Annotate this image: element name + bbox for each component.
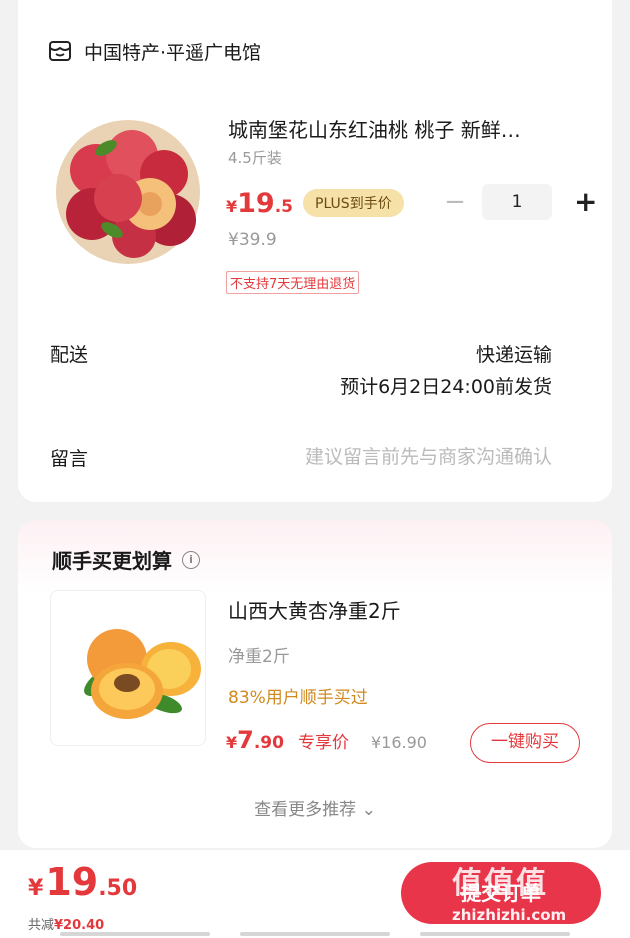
recommend-price: ¥7.90 <box>226 726 284 754</box>
quantity-stepper: − 1 + <box>442 184 597 220</box>
return-policy-badge: 不支持7天无理由退货 <box>226 271 360 294</box>
delivery-eta: 预计6月2日24:00前发货 <box>340 376 552 398</box>
recommend-price-row: ¥7.90 专享价 ¥16.90 <box>226 726 427 754</box>
shop-icon <box>49 41 71 61</box>
price-currency: ¥ <box>226 197 238 216</box>
recommend-title: 顺手买更划算 <box>52 549 172 573</box>
plus-price-tag: PLUS到手价 <box>303 189 404 217</box>
product-spec: 4.5斤装 <box>228 149 282 167</box>
info-icon[interactable]: i <box>182 550 200 569</box>
product-price: ¥19.5 <box>226 188 293 219</box>
scroll-segment <box>420 932 570 936</box>
bottom-scroll-indicator <box>0 926 630 938</box>
message-input[interactable]: 建议留言前先与商家沟通确认 <box>305 442 552 469</box>
rec-price-currency: ¥ <box>226 733 238 752</box>
scroll-segment <box>240 932 390 936</box>
total-price: ¥19.50 <box>28 860 137 904</box>
apricot-image <box>84 629 201 719</box>
order-card: 中国特产·平遥广电馆 城南堡花山东红油桃 桃子 新鲜… 4.5斤装 ¥19.5 … <box>18 0 612 502</box>
recommend-card: 顺手买更划算 i 山西大黄杏净重2斤 净重2斤 83%用户顺手买过 ¥7.90 … <box>18 520 612 848</box>
original-price: ¥39.9 <box>228 230 277 250</box>
recommend-header: 顺手买更划算 i <box>52 545 200 574</box>
total-currency: ¥ <box>28 876 44 901</box>
recommend-original-price: ¥16.90 <box>370 733 427 752</box>
rec-price-dec: .90 <box>253 733 284 753</box>
message-label: 留言 <box>50 448 89 470</box>
watermark-url: zhizhizhi.com <box>452 906 567 924</box>
total-int: 19 <box>45 860 99 904</box>
product-image[interactable] <box>52 112 204 268</box>
product-title[interactable]: 城南堡花山东红油桃 桃子 新鲜… <box>228 114 568 143</box>
recommend-spec: 净重2斤 <box>228 647 290 667</box>
increase-button[interactable]: + <box>574 185 597 219</box>
decrease-button[interactable]: − <box>442 185 468 219</box>
recommend-image[interactable] <box>50 590 206 746</box>
price-dec: .5 <box>274 197 294 217</box>
product-price-row: ¥19.5 PLUS到手价 <box>226 188 404 221</box>
total-dec: .50 <box>98 876 138 901</box>
one-click-buy-button[interactable]: 一键购买 <box>470 723 580 763</box>
price-int: 19 <box>237 188 275 219</box>
watermark-logo: 值值值 <box>452 866 548 901</box>
exclusive-label: 专享价 <box>297 733 349 753</box>
quantity-input[interactable]: 1 <box>482 184 552 220</box>
more-recommend-link[interactable]: 查看更多推荐 ⌄ <box>18 795 612 820</box>
delivery-label: 配送 <box>50 344 89 366</box>
recommend-bought: 83%用户顺手买过 <box>228 688 368 708</box>
scroll-segment <box>60 932 210 936</box>
delivery-method[interactable]: 快递运输 <box>476 340 552 367</box>
shop-name: 中国特产·平遥广电馆 <box>84 41 262 64</box>
rec-price-int: 7 <box>237 726 254 754</box>
recommend-name[interactable]: 山西大黄杏净重2斤 <box>228 595 401 624</box>
shop-header[interactable]: 中国特产·平遥广电馆 <box>48 36 261 66</box>
